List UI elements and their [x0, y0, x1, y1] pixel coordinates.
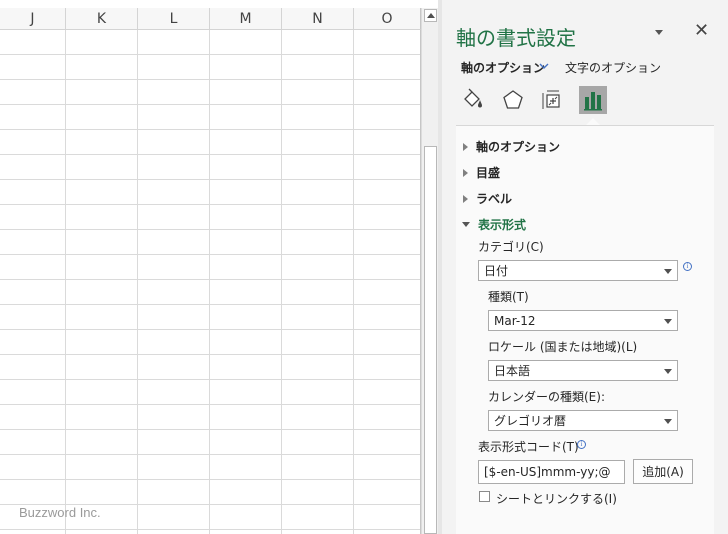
- selected-tab-pointer: [586, 118, 600, 125]
- link-to-source-label[interactable]: シートとリンクする(I): [496, 490, 617, 507]
- category-label: カテゴリ(C): [478, 240, 544, 254]
- column-header-o[interactable]: O: [354, 8, 421, 30]
- column-header-k[interactable]: K: [66, 8, 138, 30]
- dropdown-arrow-icon: [664, 269, 672, 274]
- locale-value: 日本語: [494, 364, 531, 378]
- scroll-up-arrow-icon[interactable]: [424, 9, 437, 22]
- tab-text-options[interactable]: 文字のオプション: [565, 59, 661, 76]
- axis-options-chevron-down-icon[interactable]: [538, 58, 550, 74]
- column-headers: J K L M N O: [0, 8, 421, 30]
- link-to-source-checkbox[interactable]: [479, 491, 490, 502]
- dropdown-arrow-icon: [664, 369, 672, 374]
- column-header-l[interactable]: L: [138, 8, 210, 30]
- expand-triangle-icon: [463, 142, 468, 151]
- axis-options-icon[interactable]: [579, 86, 607, 114]
- locale-dropdown[interactable]: 日本語: [488, 360, 678, 381]
- type-value: Mar-12: [494, 313, 536, 328]
- format-code-input[interactable]: [$-en-US]mmm-yy;@: [478, 460, 625, 484]
- section-label: 目盛: [476, 166, 501, 180]
- watermark: Buzzword Inc.: [19, 505, 101, 520]
- cell-grid[interactable]: [0, 30, 421, 534]
- calendar-type-dropdown[interactable]: グレゴリオ暦: [488, 410, 678, 431]
- vertical-scrollbar[interactable]: [421, 8, 439, 534]
- locale-label: ロケール (国または地域)(L): [488, 340, 638, 354]
- type-label: 種類(T): [488, 290, 529, 304]
- category-value: 日付: [484, 264, 509, 278]
- column-header-j[interactable]: J: [0, 8, 66, 30]
- expand-triangle-icon: [463, 194, 468, 203]
- info-icon[interactable]: i: [577, 440, 586, 449]
- calendar-type-label: カレンダーの種類(E):: [488, 390, 605, 404]
- collapse-triangle-icon: [462, 222, 470, 227]
- size-properties-icon[interactable]: [539, 86, 567, 114]
- section-label: 表示形式: [478, 218, 527, 232]
- calendar-type-value: グレゴリオ暦: [494, 414, 567, 428]
- section-label: ラベル: [476, 192, 513, 206]
- info-icon[interactable]: i: [683, 262, 692, 271]
- category-dropdown[interactable]: 日付: [478, 260, 678, 281]
- section-label: 軸のオプション: [476, 140, 561, 154]
- section-number[interactable]: 表示形式: [462, 216, 527, 233]
- pane-options-chevron-down-icon[interactable]: [654, 27, 664, 37]
- section-labels[interactable]: ラベル: [463, 190, 512, 207]
- section-axis-options[interactable]: 軸のオプション: [463, 138, 560, 155]
- column-header-m[interactable]: M: [210, 8, 282, 30]
- type-dropdown[interactable]: Mar-12: [488, 310, 678, 331]
- add-button[interactable]: 追加(A): [633, 459, 693, 484]
- spreadsheet-area: J K L M N O Buzzword Inc.: [0, 0, 421, 534]
- scroll-thumb[interactable]: [424, 146, 437, 534]
- section-tick-marks[interactable]: 目盛: [463, 164, 500, 181]
- format-code-label: 表示形式コード(T): [478, 440, 579, 454]
- column-header-n[interactable]: N: [282, 8, 354, 30]
- expand-triangle-icon: [463, 168, 468, 177]
- close-icon[interactable]: ✕: [694, 21, 709, 41]
- format-axis-pane: 軸の書式設定 ✕ 軸のオプション 文字のオプション 軸のオプション 目盛 ラベル…: [442, 0, 728, 534]
- effects-icon[interactable]: [499, 86, 527, 114]
- tab-axis-options[interactable]: 軸のオプション: [461, 59, 545, 76]
- fill-line-icon[interactable]: [459, 86, 487, 114]
- dropdown-arrow-icon: [664, 419, 672, 424]
- pane-title: 軸の書式設定: [456, 26, 576, 50]
- dropdown-arrow-icon: [664, 319, 672, 324]
